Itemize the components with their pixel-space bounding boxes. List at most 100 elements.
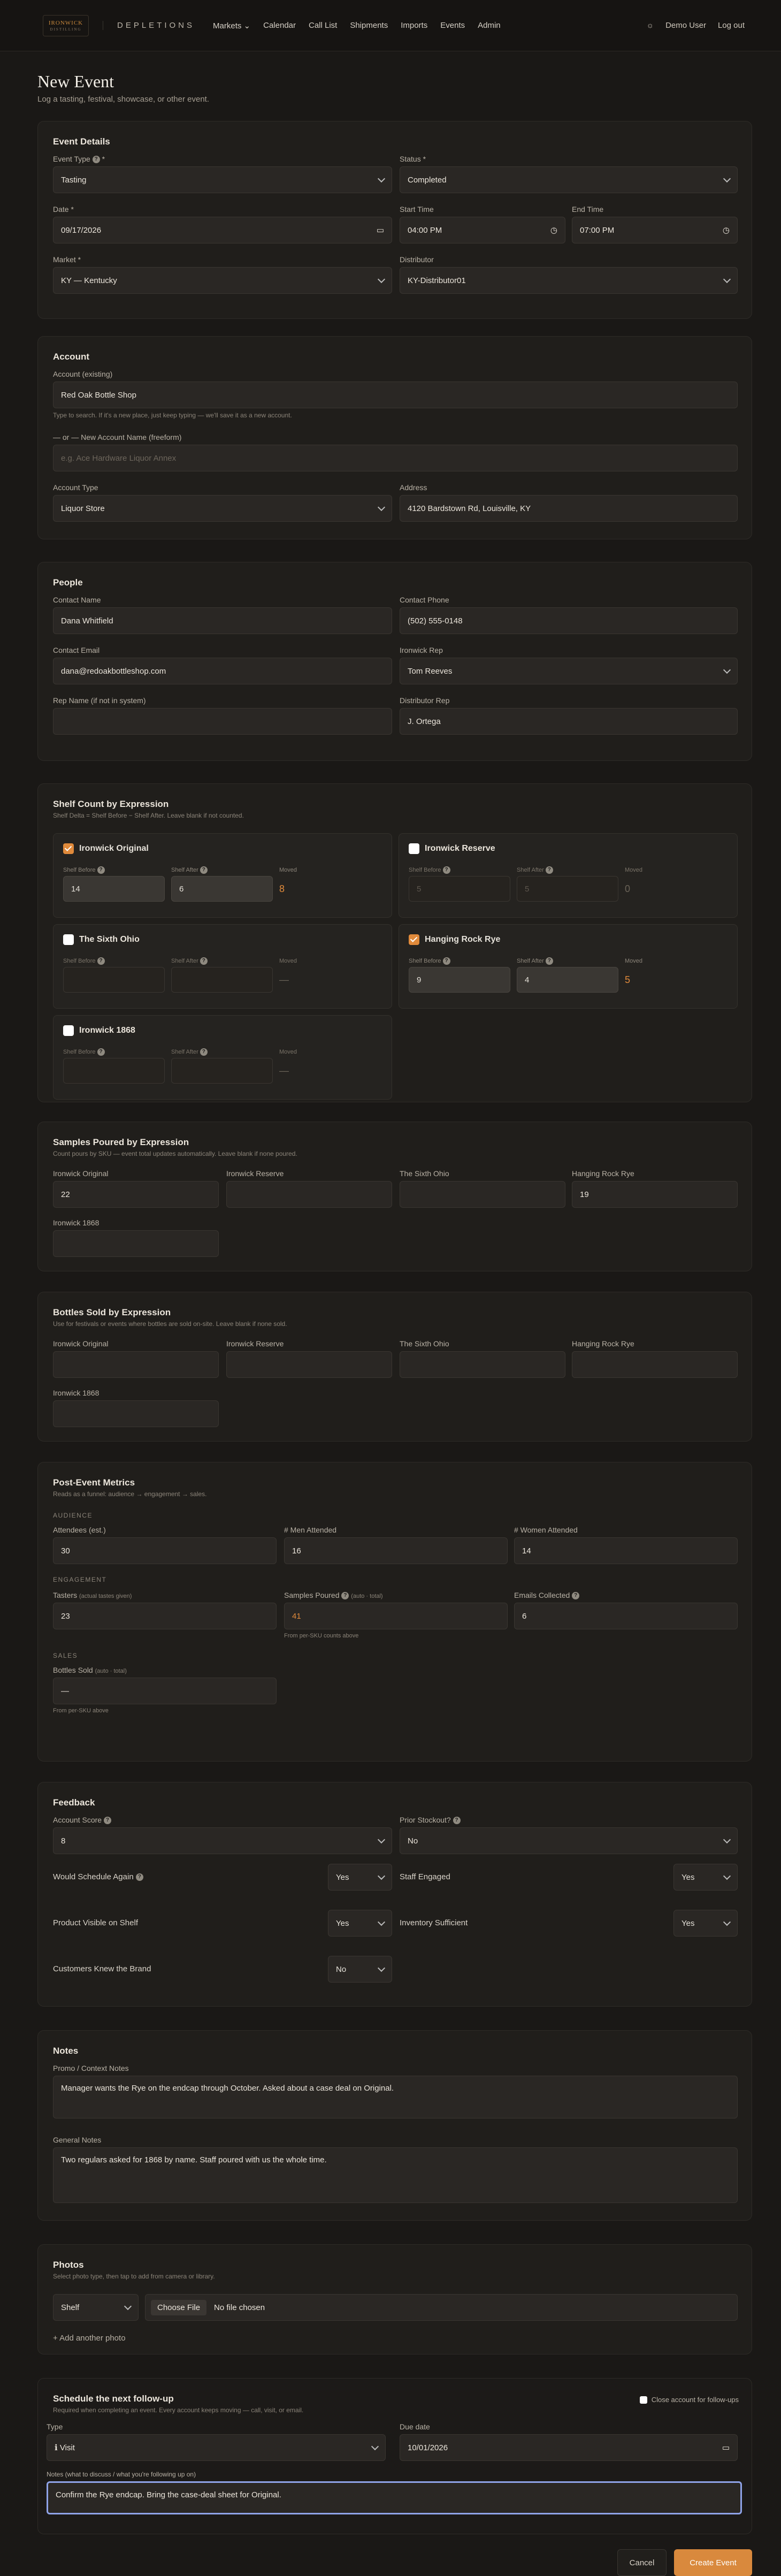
bottles-input[interactable] — [572, 1351, 738, 1378]
samples-total: 41 — [284, 1603, 508, 1630]
nav-markets[interactable]: Markets ⌄ — [213, 21, 250, 31]
shelf-after-input[interactable]: 6 — [171, 876, 273, 902]
status-select[interactable]: Completed — [400, 166, 738, 193]
distributor-rep-input[interactable]: J. Ortega — [400, 708, 738, 735]
page-subtitle: Log a tasting, festival, showcase, or ot… — [37, 95, 210, 104]
checkbox[interactable] — [63, 1025, 74, 1036]
nav-shipments[interactable]: Shipments — [350, 21, 388, 31]
checkbox[interactable] — [409, 934, 419, 945]
chevron-down-icon — [377, 275, 386, 284]
shelf-after-input[interactable]: 5 — [517, 876, 618, 902]
rep-name-input[interactable] — [53, 708, 392, 735]
logout-link[interactable]: Log out — [718, 21, 745, 30]
feedback-card: Feedback Account Score ? 8 Prior Stockout… — [37, 1782, 752, 2007]
event-type-select[interactable]: Tasting — [53, 166, 392, 194]
general-notes-textarea[interactable]: Two regulars asked for 1868 by name. Sta… — [53, 2147, 738, 2203]
account-card: Account Account (existing) Red Oak Bottl… — [37, 336, 752, 539]
promo-notes-textarea[interactable]: Manager wants the Rye on the endcap thro… — [53, 2076, 738, 2118]
distributor-select[interactable]: KY-Distributor01 — [400, 267, 738, 294]
theme-toggle-icon[interactable]: ☼ — [646, 21, 654, 30]
chevron-down-icon — [723, 174, 731, 183]
section-title: Schedule the next follow-up — [53, 2394, 174, 2404]
samples-input[interactable]: 22 — [53, 1181, 219, 1208]
shelf-item: The Sixth Ohio Shelf Before ? Shelf Afte… — [53, 924, 392, 1009]
nav-admin[interactable]: Admin — [478, 21, 501, 31]
due-date-input[interactable]: 10/01/2026 ▭ — [400, 2434, 738, 2461]
nav-imports[interactable]: Imports — [401, 21, 427, 31]
nav-events[interactable]: Events — [440, 21, 465, 31]
followup-notes-textarea[interactable]: Confirm the Rye endcap. Bring the case-d… — [47, 2481, 742, 2514]
section-title: People — [53, 577, 83, 588]
help-icon[interactable]: ? — [92, 156, 100, 164]
customers-knew-select[interactable]: No — [328, 1956, 392, 1983]
tasters-input[interactable]: 23 — [53, 1603, 277, 1629]
followup-type-select[interactable]: ℹ Visit — [47, 2434, 386, 2461]
date-input[interactable]: 09/17/2026 ▭ — [53, 217, 392, 243]
shelf-before-input[interactable] — [63, 967, 165, 993]
account-score-select[interactable]: 8 — [53, 1827, 392, 1855]
chevron-down-icon — [377, 175, 386, 183]
emails-input[interactable]: 6 — [514, 1603, 738, 1630]
moved-value: 0 — [625, 883, 631, 894]
photo-type-select[interactable]: Shelf — [53, 2294, 139, 2321]
bottles-input[interactable] — [53, 1351, 219, 1378]
choose-file-button[interactable]: Choose File — [151, 2299, 207, 2315]
inventory-sufficient-select[interactable]: Yes — [673, 1910, 738, 1937]
end-time-input[interactable]: 07:00 PM ◷ — [572, 217, 738, 243]
contact-phone-input[interactable]: (502) 555-0148 — [400, 607, 738, 634]
shelf-after-input[interactable]: 4 — [517, 967, 618, 993]
nav-call-list[interactable]: Call List — [309, 21, 337, 31]
address-input[interactable]: 4120 Bardstown Rd, Louisville, KY — [400, 495, 738, 522]
product-visible-select[interactable]: Yes — [328, 1910, 392, 1937]
section-title: Photos — [53, 2260, 84, 2270]
new-account-input[interactable]: e.g. Ace Hardware Liquor Annex — [53, 445, 738, 471]
create-event-button[interactable]: Create Event — [674, 2549, 752, 2576]
schedule-again-select[interactable]: Yes — [328, 1864, 392, 1891]
contact-name-input[interactable]: Dana Whitfield — [53, 607, 392, 634]
checkbox[interactable] — [63, 934, 74, 945]
men-attended-input[interactable]: 16 — [284, 1537, 508, 1564]
prior-stockout-select[interactable]: No — [400, 1827, 738, 1855]
checkbox[interactable] — [63, 843, 74, 854]
shelf-before-input[interactable]: 9 — [409, 967, 510, 993]
moved-value: 5 — [625, 974, 631, 985]
samples-input[interactable] — [53, 1230, 219, 1257]
staff-engaged-select[interactable]: Yes — [673, 1864, 738, 1891]
market-select[interactable]: KY — Kentucky — [53, 267, 392, 294]
shelf-after-input[interactable] — [171, 967, 273, 993]
help-icon: ? — [341, 1592, 349, 1600]
nav-menu: Markets ⌄ Calendar Call List Shipments I… — [213, 21, 501, 31]
start-time-input[interactable]: 04:00 PM ◷ — [400, 217, 565, 243]
contact-email-input[interactable]: dana@redoakbottleshop.com — [53, 658, 392, 684]
add-photo-link[interactable]: + Add another photo — [53, 2334, 126, 2343]
samples-input[interactable] — [400, 1181, 565, 1208]
samples-input[interactable]: 19 — [572, 1181, 738, 1208]
shelf-after-input[interactable] — [171, 1058, 273, 1084]
close-account-checkbox[interactable] — [639, 2396, 647, 2404]
chevron-down-icon — [377, 503, 386, 512]
file-input[interactable]: Choose File No file chosen — [145, 2294, 738, 2321]
bottles-input[interactable] — [226, 1351, 392, 1378]
rep-select[interactable]: Tom Reeves — [400, 658, 738, 684]
brand-logo[interactable]: IRONWICK DISTILLING — [43, 14, 89, 36]
shelf-before-input[interactable]: 5 — [409, 876, 510, 902]
shelf-item: Hanging Rock Rye Shelf Before ? 9 Shelf A… — [399, 924, 738, 1009]
shelf-before-input[interactable] — [63, 1058, 165, 1084]
bottles-input[interactable] — [400, 1351, 565, 1378]
bottles-input[interactable] — [53, 1400, 219, 1427]
account-type-select[interactable]: Liquor Store — [53, 495, 392, 522]
women-attended-input[interactable]: 14 — [514, 1537, 738, 1564]
user-name[interactable]: Demo User — [665, 21, 706, 30]
checkbox[interactable] — [409, 843, 419, 854]
section-title: Bottles Sold by Expression — [53, 1307, 171, 1317]
chevron-down-icon — [723, 666, 731, 674]
account-search-input[interactable]: Red Oak Bottle Shop — [53, 382, 738, 408]
shelf-before-input[interactable]: 14 — [63, 876, 165, 902]
help-icon: ? — [572, 1592, 580, 1600]
page-title: New Event — [37, 72, 114, 91]
samples-input[interactable] — [226, 1181, 392, 1208]
attendees-input[interactable]: 30 — [53, 1537, 277, 1564]
help-icon: ? — [200, 866, 208, 874]
cancel-button[interactable]: Cancel — [617, 2549, 667, 2576]
nav-calendar[interactable]: Calendar — [263, 21, 296, 31]
